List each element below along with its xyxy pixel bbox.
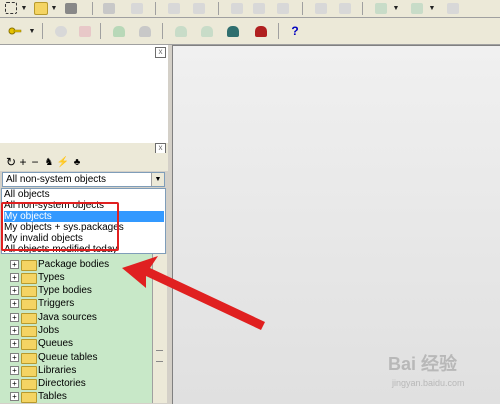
annotation-highlight-box — [1, 202, 119, 251]
watermark-logo: Bai 经验 jingyan.baidu.com — [388, 354, 465, 388]
help-icon[interactable]: ? — [286, 23, 304, 39]
tree-item[interactable]: + Tables — [0, 390, 152, 403]
tree-item[interactable]: + Java sources — [0, 311, 152, 324]
folder-icon — [21, 392, 37, 403]
tree-item[interactable]: + Package bodies — [0, 258, 152, 271]
filter-option[interactable]: All objects — [4, 189, 164, 200]
paste-icon[interactable] — [274, 0, 292, 16]
cut-icon[interactable] — [228, 0, 246, 16]
window-icon[interactable] — [372, 0, 390, 16]
tree-scrollbar[interactable] — [152, 254, 167, 403]
db3-icon[interactable] — [172, 23, 190, 39]
toolbar-separator — [155, 2, 156, 15]
object-filter-select[interactable]: All non-system objects ▼ — [2, 172, 165, 187]
tree-item[interactable]: + Libraries — [0, 364, 152, 377]
tree-item[interactable]: + Queues — [0, 337, 152, 350]
tree-item[interactable]: + Types — [0, 271, 152, 284]
expand-icon[interactable]: + — [10, 260, 19, 269]
main-toolbar: ▼ ▼ ▼ ▼ — [0, 0, 500, 18]
expand-icon[interactable]: + — [10, 299, 19, 308]
toolbar-separator — [278, 23, 279, 39]
expand-icon[interactable]: + — [10, 353, 19, 362]
object-tree: + Package bodies + Types + Type bodies + Tri… — [0, 254, 152, 403]
folder-icon — [21, 299, 37, 310]
replace-icon[interactable] — [336, 0, 354, 16]
tree-item[interactable]: + Queue tables — [0, 351, 152, 364]
chevron-down-icon[interactable]: ▼ — [151, 173, 164, 186]
object-browser-toolbar: ↻ + − ♞ ⚡ ♣ — [0, 153, 168, 171]
key-icon[interactable] — [6, 23, 24, 39]
toolbar-separator — [302, 2, 303, 15]
toolbar-separator — [92, 2, 93, 15]
expand-icon[interactable]: + — [10, 366, 19, 375]
expand-icon[interactable]: + — [10, 273, 19, 282]
secondary-toolbar: ▼ ? — [0, 18, 500, 45]
folder-filter-icon[interactable]: ♣ — [68, 154, 86, 170]
toolbar-separator — [362, 2, 363, 15]
expand-icon[interactable]: + — [10, 313, 19, 322]
save-icon[interactable] — [62, 0, 80, 16]
settings-icon[interactable] — [52, 23, 70, 39]
toolbar-separator — [162, 23, 163, 39]
scroll-grip-icon[interactable] — [156, 350, 163, 362]
folder-icon — [21, 353, 37, 364]
redo-icon[interactable] — [190, 0, 208, 16]
chevron-down-icon[interactable]: ▼ — [428, 0, 436, 16]
chevron-down-icon[interactable]: ▼ — [20, 0, 28, 16]
find-icon[interactable] — [312, 0, 330, 16]
folder-icon — [21, 313, 37, 324]
disabled-icon[interactable] — [128, 0, 146, 16]
folder-icon — [21, 339, 37, 350]
toolbar-separator — [42, 23, 43, 39]
tree-item[interactable]: + Directories — [0, 377, 152, 390]
new-file-icon[interactable] — [2, 0, 20, 16]
object-filter-value: All non-system objects — [6, 174, 107, 185]
expand-icon[interactable]: + — [10, 339, 19, 348]
open-folder-icon[interactable] — [32, 0, 50, 16]
toolbar-separator — [100, 23, 101, 39]
print-icon[interactable] — [100, 0, 118, 16]
window-list-panel: x — [0, 45, 169, 143]
db6-icon[interactable] — [252, 23, 270, 39]
close-icon[interactable]: x — [155, 47, 166, 58]
db5-icon[interactable] — [224, 23, 242, 39]
window-list-icon[interactable] — [408, 0, 426, 16]
copy-icon[interactable] — [250, 0, 268, 16]
folder-icon — [21, 260, 37, 271]
db-icon[interactable] — [110, 23, 128, 39]
tree-item[interactable]: + Type bodies — [0, 284, 152, 297]
chevron-down-icon[interactable]: ▼ — [392, 0, 400, 16]
tree-item[interactable]: + Triggers — [0, 297, 152, 310]
folder-icon — [21, 379, 37, 390]
expand-icon[interactable]: + — [10, 379, 19, 388]
folder-icon — [21, 326, 37, 337]
undo-icon[interactable] — [165, 0, 183, 16]
brush-icon[interactable] — [76, 23, 94, 39]
panel-header: x — [0, 143, 168, 154]
expand-icon[interactable]: + — [10, 286, 19, 295]
misc-icon[interactable] — [444, 0, 462, 16]
chevron-down-icon[interactable]: ▼ — [28, 23, 36, 39]
db4-icon[interactable] — [198, 23, 216, 39]
expand-icon[interactable]: + — [10, 326, 19, 335]
folder-icon — [21, 273, 37, 284]
expand-icon[interactable]: + — [10, 392, 19, 401]
chevron-down-icon[interactable]: ▼ — [50, 0, 58, 16]
folder-icon — [21, 286, 37, 297]
folder-icon — [21, 366, 37, 377]
toolbar-separator — [218, 2, 219, 15]
tree-item[interactable]: + Jobs — [0, 324, 152, 337]
db2-icon[interactable] — [136, 23, 154, 39]
